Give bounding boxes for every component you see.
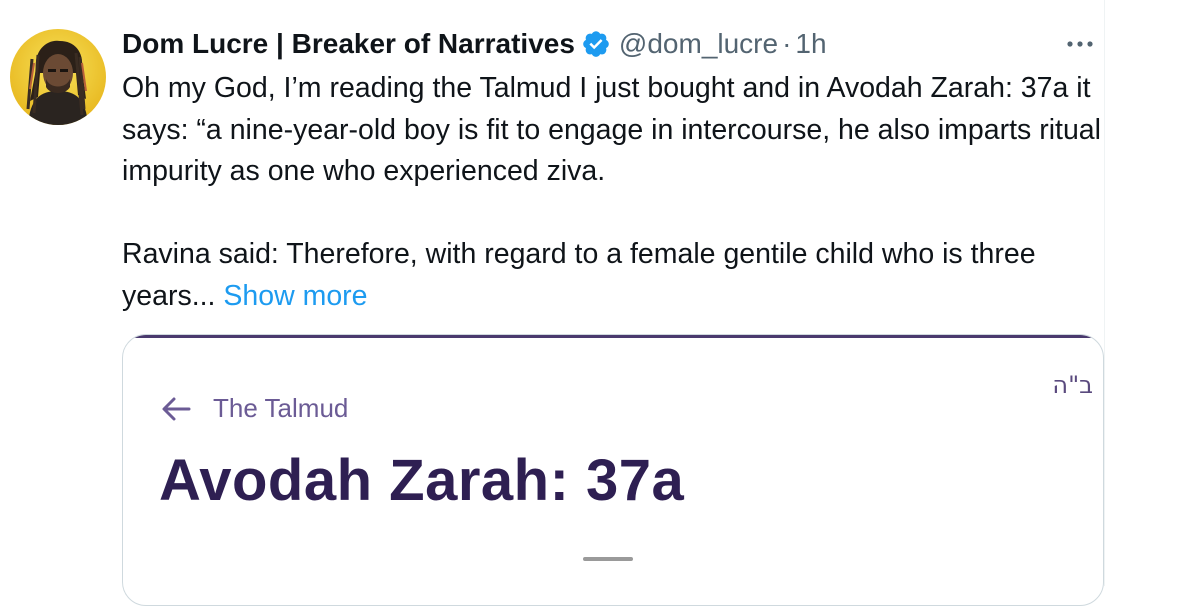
more-horizontal-icon[interactable]	[1060, 32, 1100, 56]
tweet-paragraph-1: Oh my God, I’m reading the Talmud I just…	[122, 72, 1101, 187]
column-divider	[1104, 0, 1105, 586]
separator-dot: ·	[782, 28, 792, 59]
tweet-header: Dom Lucre | Breaker of Narratives @dom_l…	[122, 26, 827, 62]
tweet-paragraph-2: Ravina said: Therefore, with regard to a…	[122, 234, 1112, 317]
tweet-text: Oh my God, I’m reading the Talmud I just…	[122, 68, 1112, 317]
avatar[interactable]	[10, 29, 106, 125]
hebrew-mark: ב"ה	[1052, 371, 1093, 399]
drag-handle[interactable]	[583, 557, 633, 561]
arrow-left-icon	[161, 396, 191, 422]
author-handle[interactable]: @dom_lucre	[619, 28, 778, 60]
verified-badge-icon	[581, 29, 611, 59]
tweet-timestamp[interactable]: 1h	[795, 28, 826, 60]
card-title: Avodah Zarah: 37a	[159, 448, 685, 513]
attached-media-card[interactable]: ב"ה The Talmud Avodah Zarah: 37a	[122, 334, 1104, 606]
back-link[interactable]: The Talmud	[161, 393, 348, 424]
back-link-label: The Talmud	[213, 393, 349, 423]
show-more-link[interactable]: Show more	[223, 280, 367, 312]
tweet[interactable]: Dom Lucre | Breaker of Narratives @dom_l…	[0, 0, 1104, 606]
author-display-name[interactable]: Dom Lucre | Breaker of Narratives	[122, 28, 575, 60]
card-top-bar	[123, 335, 1103, 338]
